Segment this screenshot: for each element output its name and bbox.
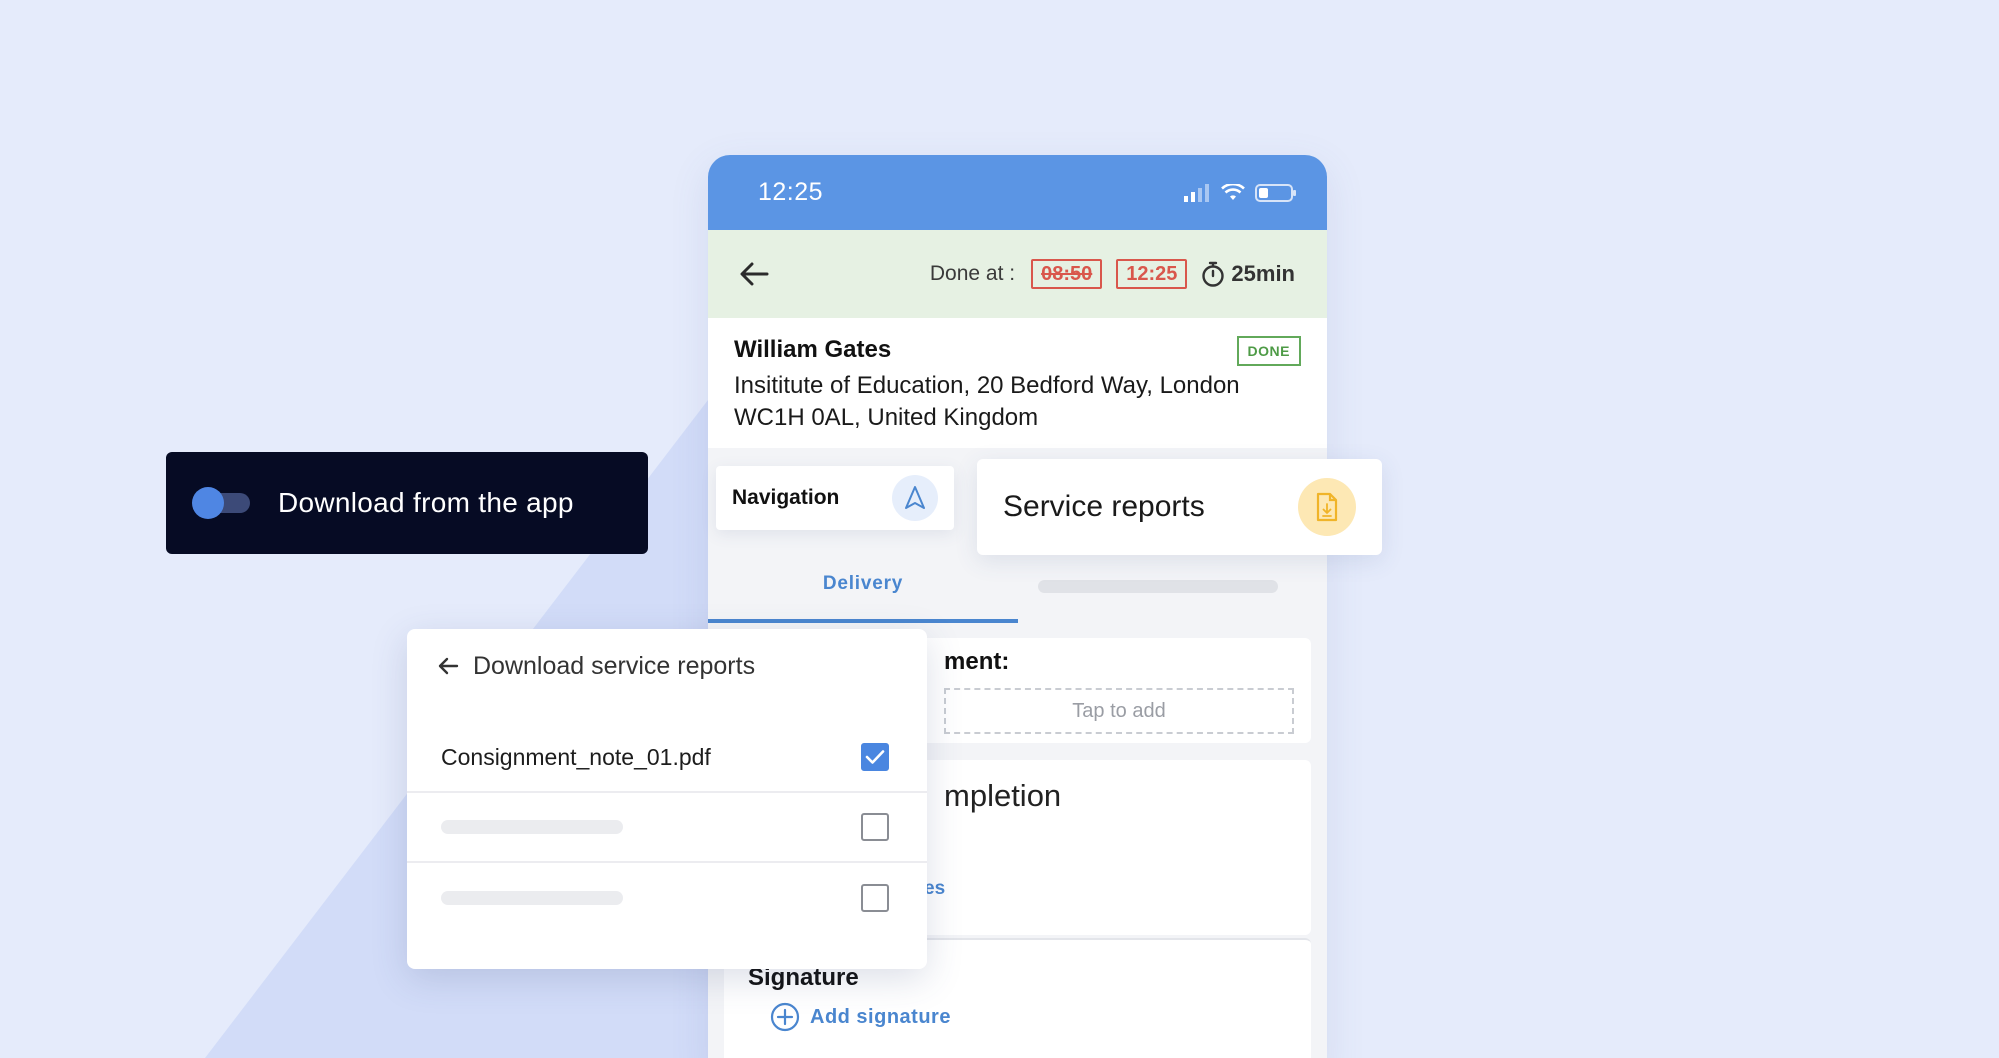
plus-circle-icon (770, 1002, 800, 1032)
arrow-left-icon (438, 657, 459, 675)
done-bar: Done at : 08:50 12:25 25min (708, 230, 1327, 318)
comment-input[interactable]: Tap to add (944, 688, 1294, 734)
status-icons (1183, 183, 1297, 203)
status-bar: 12:25 (708, 155, 1327, 230)
wifi-icon (1221, 183, 1245, 200)
add-signature-label: Add signature (810, 1005, 951, 1028)
arrow-left-icon (740, 262, 769, 286)
checkmark-icon (865, 750, 885, 764)
signal-icon (1184, 183, 1209, 202)
stopwatch-icon (1202, 261, 1225, 287)
navigation-label: Navigation (732, 486, 840, 509)
tab-delivery[interactable]: Delivery (708, 548, 1018, 623)
modal-title: Download service reports (473, 651, 756, 680)
completion-link[interactable]: es (924, 878, 945, 900)
file-name-placeholder (441, 820, 623, 834)
file-checkbox[interactable] (861, 743, 889, 771)
add-signature-button[interactable]: Add signature (770, 1002, 951, 1032)
navigation-button[interactable]: Navigation (716, 466, 954, 530)
file-name: Consignment_note_01.pdf (441, 743, 711, 770)
service-reports-button[interactable]: Service reports (977, 459, 1382, 555)
customer-card: William Gates Insititute of Education, 2… (708, 318, 1327, 448)
navigation-icon (892, 475, 938, 521)
status-badge: DONE (1236, 336, 1301, 366)
file-row[interactable] (407, 793, 927, 863)
file-name-placeholder (441, 891, 623, 905)
duration-value: 25min (1231, 261, 1295, 286)
tab-bar: Delivery (708, 548, 1327, 623)
done-label: Done at : (929, 262, 1016, 285)
planned-time: 08:50 (1031, 259, 1103, 289)
file-checkbox[interactable] (861, 884, 889, 912)
toggle-knob (192, 487, 224, 519)
file-list: Consignment_note_01.pdf (407, 723, 927, 933)
download-toggle-panel: Download from the app (166, 452, 648, 554)
file-checkbox[interactable] (861, 813, 889, 841)
modal-back-button[interactable] (435, 653, 461, 679)
battery-icon (1255, 183, 1296, 202)
download-modal: Download service reports Consignment_not… (407, 629, 927, 969)
service-reports-label: Service reports (1003, 490, 1205, 523)
download-toggle-label: Download from the app (278, 487, 574, 518)
file-row[interactable]: Consignment_note_01.pdf (407, 723, 927, 793)
back-button[interactable] (736, 256, 772, 292)
modal-header: Download service reports (407, 629, 927, 703)
completion-title: mpletion (944, 778, 1062, 813)
report-file-icon (1298, 478, 1356, 536)
done-info: Done at : 08:50 12:25 25min (930, 259, 1295, 289)
actual-time: 12:25 (1116, 259, 1188, 289)
customer-name: William Gates (734, 336, 892, 363)
customer-address: Insititute of Education, 20 Bedford Way,… (734, 372, 1240, 431)
duration: 25min (1201, 261, 1295, 287)
file-row[interactable] (407, 863, 927, 933)
tab-placeholder[interactable] (1038, 580, 1278, 593)
status-time: 12:25 (758, 178, 824, 206)
comment-title: ment: (944, 648, 1010, 675)
download-toggle[interactable] (192, 487, 250, 519)
